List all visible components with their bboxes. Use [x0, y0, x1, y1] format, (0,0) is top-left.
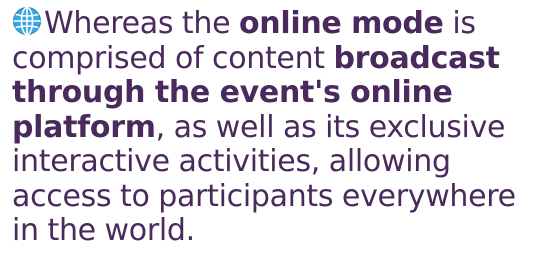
globe-icon: [13, 6, 41, 36]
body-paragraph: Whereas the online mode is comprised of …: [12, 6, 536, 249]
text-slide: Whereas the online mode is comprised of …: [0, 0, 538, 278]
bold-phrase-online-mode: online mode: [239, 6, 444, 41]
text-segment: Whereas the: [44, 6, 239, 41]
